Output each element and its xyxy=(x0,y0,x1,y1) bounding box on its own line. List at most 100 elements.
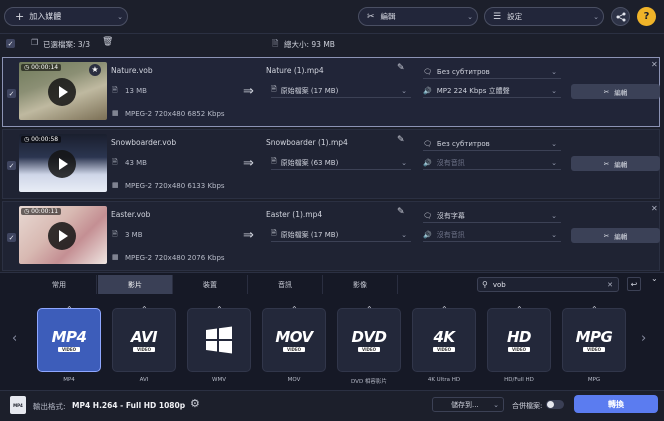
file-size-icon: 🗎 xyxy=(112,86,118,94)
subtitle-select[interactable]: 🗨 Без субтитров ⌄ xyxy=(423,137,561,151)
chevron-up-icon: ⌃ xyxy=(441,305,448,314)
chevron-down-icon: ⌄ xyxy=(593,12,599,21)
subtitle-select[interactable]: 🗨 沒有字幕 ⌄ xyxy=(423,209,561,223)
clear-search-icon[interactable]: ✕ xyxy=(607,281,613,289)
tab-devices[interactable]: 裝置 xyxy=(173,275,248,294)
file-row[interactable]: ✓ ◷ 00:00:11 Easter.vob 🗎 3 MB ▦ MPEG-2 … xyxy=(2,201,660,271)
tab-images[interactable]: 影像 xyxy=(323,275,398,294)
star-icon[interactable]: ★ xyxy=(89,64,101,76)
file-size: 43 MB xyxy=(125,159,147,167)
subtitle-select[interactable]: 🗨 Без субтитров ⌄ xyxy=(423,65,561,79)
speech-bubble-icon: 🗨 xyxy=(423,139,432,148)
audio-select[interactable]: 🔊 沒有音訊 ⌄ xyxy=(423,156,561,170)
file-checkbox[interactable]: ✓ xyxy=(7,89,16,98)
collapse-panel-icon[interactable]: ⌄ xyxy=(651,274,658,283)
play-icon[interactable] xyxy=(48,150,76,178)
codec-info: MPEG-2 720x480 6133 Kbps xyxy=(125,182,225,190)
search-icon: ⚲ xyxy=(482,280,488,289)
file-size: 13 MB xyxy=(125,87,147,95)
output-filename[interactable]: Easter (1).mp4 xyxy=(266,210,322,219)
chevron-up-icon: ⌃ xyxy=(291,305,298,314)
format-4k[interactable]: ⌃ 4K VIDEO xyxy=(412,305,476,372)
edit-button[interactable]: ✂ 編輯 xyxy=(571,84,660,99)
file-row[interactable]: ✓ ◷ 00:00:14 ★ Nature.vob 🗎 13 MB ▦ MPEG… xyxy=(2,57,660,127)
scissors-icon: ✂ xyxy=(367,11,375,22)
convert-arrow-icon: ⇒ xyxy=(243,228,254,243)
edit-menu-button[interactable]: ✂ 編輯 ⌄ xyxy=(358,7,478,26)
scroll-right-icon[interactable]: › xyxy=(641,331,646,346)
select-all-checkbox[interactable]: ✓ xyxy=(6,39,15,48)
chevron-down-icon: ⌄ xyxy=(493,400,499,409)
pencil-icon[interactable]: ✎ xyxy=(397,63,405,73)
windows-logo-icon xyxy=(206,326,232,354)
question-icon: ? xyxy=(643,11,650,22)
output-size-select[interactable]: 🗎 原始檔案 (17 MB) ⌄ xyxy=(271,228,411,242)
chevron-up-icon: ⌃ xyxy=(141,305,148,314)
output-size-select[interactable]: 🗎 原始檔案 (63 MB) ⌄ xyxy=(271,156,411,170)
format-avi[interactable]: ⌃ AVI VIDEO xyxy=(112,305,176,372)
audio-select[interactable]: 🔊 沒有音訊 ⌄ xyxy=(423,228,561,242)
merge-files-label: 合併檔案: xyxy=(512,402,543,410)
chevron-up-icon: ⌃ xyxy=(591,305,598,314)
duration-badge: ◷ 00:00:11 xyxy=(21,208,62,215)
export-presets-button[interactable]: ↩ xyxy=(627,277,641,291)
convert-arrow-icon: ⇒ xyxy=(243,84,254,99)
pencil-icon[interactable]: ✎ xyxy=(397,135,405,145)
source-filename: Easter.vob xyxy=(111,210,151,219)
format-wmv[interactable]: ⌃ xyxy=(187,305,251,372)
format-dvd[interactable]: ⌃ DVD VIDEO xyxy=(337,305,401,372)
tab-audio[interactable]: 音訊 xyxy=(248,275,323,294)
selected-count: 已選檔案: 3/3 xyxy=(43,40,90,49)
output-size-select[interactable]: 🗎 原始檔案 (17 MB) ⌄ xyxy=(271,84,411,98)
video-thumbnail[interactable]: ◷ 00:00:11 xyxy=(19,206,107,264)
codec-icon: ▦ xyxy=(112,181,119,189)
help-button[interactable]: ? xyxy=(637,7,656,26)
add-media-button[interactable]: + 加入媒體 ⌄ xyxy=(4,7,128,26)
file-icon: 🗎 xyxy=(271,229,277,237)
edit-button[interactable]: ✂ 編輯 xyxy=(571,156,660,171)
codec-icon: ▦ xyxy=(112,109,119,117)
trash-icon[interactable]: 🗑 xyxy=(102,37,113,47)
convert-button[interactable]: 轉換 xyxy=(574,395,658,413)
output-filename[interactable]: Snowboarder (1).mp4 xyxy=(266,138,348,147)
file-checkbox[interactable]: ✓ xyxy=(7,161,16,170)
format-search[interactable]: ⚲ vob ✕ xyxy=(477,277,619,292)
sliders-icon: ☰ xyxy=(493,11,502,22)
codec-info: MPEG-2 720x480 6852 Kbps xyxy=(125,110,225,118)
format-mpg[interactable]: ⌃ MPG VIDEO xyxy=(562,305,626,372)
close-icon[interactable]: ✕ xyxy=(651,60,658,69)
settings-menu-button[interactable]: ☰ 設定 ⌄ xyxy=(484,7,604,26)
format-hd[interactable]: ⌃ HD VIDEO xyxy=(487,305,551,372)
scroll-left-icon[interactable]: ‹ xyxy=(12,331,17,346)
play-icon[interactable] xyxy=(48,78,76,106)
chevron-up-icon: ⌃ xyxy=(66,305,73,314)
chevron-down-icon: ⌄ xyxy=(551,158,557,167)
play-icon[interactable] xyxy=(48,222,76,250)
format-mov[interactable]: ⌃ MOV VIDEO xyxy=(262,305,326,372)
file-row[interactable]: ✓ ◷ 00:00:58 Snowboarder.vob 🗎 43 MB ▦ M… xyxy=(2,129,660,199)
add-media-label: 加入媒體 xyxy=(29,12,62,21)
chevron-up-icon: ⌃ xyxy=(516,305,523,314)
output-filename[interactable]: Nature (1).mp4 xyxy=(266,66,324,75)
pencil-icon[interactable]: ✎ xyxy=(397,207,405,217)
merge-files-toggle[interactable] xyxy=(546,400,564,409)
edit-button[interactable]: ✂ 編輯 xyxy=(571,228,660,243)
tab-video[interactable]: 影片 xyxy=(98,275,173,294)
speech-bubble-icon: 🗨 xyxy=(423,67,432,76)
output-format-icon: MP4 xyxy=(10,396,26,414)
file-checkbox[interactable]: ✓ xyxy=(7,233,16,242)
format-mp4[interactable]: ⌃ MP4 VIDEO xyxy=(37,305,101,372)
save-to-select[interactable]: 儲存到... ⌄ xyxy=(432,397,504,412)
speaker-icon: 🔊 xyxy=(423,230,432,239)
scissors-icon: ✂ xyxy=(603,159,610,168)
video-thumbnail[interactable]: ◷ 00:00:58 xyxy=(19,134,107,192)
file-icon: 🗎 xyxy=(272,39,279,48)
share-button[interactable] xyxy=(611,7,630,26)
close-icon[interactable]: ✕ xyxy=(651,204,658,213)
format-label: AVI xyxy=(139,377,149,383)
gear-icon[interactable]: ⚙ xyxy=(190,397,200,410)
tab-common[interactable]: 常用 xyxy=(22,275,97,294)
audio-select[interactable]: 🔊 MP2 224 Kbps 立體聲 ⌄ xyxy=(423,84,561,98)
export-icon: ↩ xyxy=(630,279,638,289)
search-input[interactable]: vob xyxy=(493,281,506,289)
